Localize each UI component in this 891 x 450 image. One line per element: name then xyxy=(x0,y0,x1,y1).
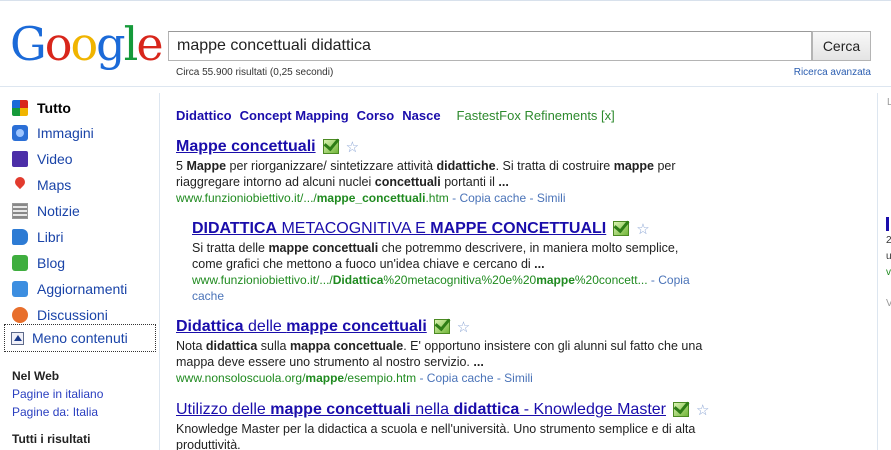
sidebar-item-label: Libri xyxy=(37,229,64,245)
fastestfox-refinements[interactable]: FastestFox Refinements [x] xyxy=(457,108,615,123)
filter-pages-italy[interactable]: Pagine da: Italia xyxy=(12,405,98,419)
sidebar-item-label: Blog xyxy=(37,255,66,271)
search-result: DIDATTICA METACOGNITIVA E MAPPE CONCETTU… xyxy=(192,218,712,304)
fastestfox-check-icon[interactable] xyxy=(672,399,690,417)
google-logo[interactable]: Google xyxy=(10,17,164,71)
logo-letter: l xyxy=(123,17,139,71)
fastestfox-check-icon[interactable] xyxy=(612,218,630,236)
sidebar: Tutto Immagini Video Maps Notizie Libri … xyxy=(0,93,160,450)
search-input[interactable] xyxy=(169,32,811,60)
sidebar-item-label: Maps xyxy=(37,177,72,193)
search-button[interactable]: Cerca xyxy=(812,31,871,61)
blog-icon xyxy=(12,255,28,271)
images-icon xyxy=(12,125,28,141)
search-box xyxy=(168,31,812,61)
sidebar-item-label: Immagini xyxy=(37,125,94,141)
search-result: Utilizzo delle mappe concettuali nella d… xyxy=(176,399,736,450)
result-snippet: Si tratta delle mappe concettuali che po… xyxy=(192,241,679,271)
sidebar-item-video[interactable]: Video xyxy=(12,148,73,170)
web-section-heading: Nel Web xyxy=(12,369,60,383)
refinements-bar: Didattico Concept Mapping Corso Nasce Fa… xyxy=(176,108,615,123)
advanced-search-link[interactable]: Ricerca avanzata xyxy=(794,67,871,78)
sidebar-item-updates[interactable]: Aggiornamenti xyxy=(12,278,127,300)
sidebar-item-images[interactable]: Immagini xyxy=(12,122,94,144)
sidebar-item-label: Tutto xyxy=(37,100,71,116)
star-icon[interactable]: ☆ xyxy=(346,138,359,156)
result-snippet: Knowledge Master per la didactica a scuo… xyxy=(176,422,696,450)
sidebar-item-label: Video xyxy=(37,151,73,167)
result-title-link[interactable]: DIDATTICA METACOGNITIVA E MAPPE CONCETTU… xyxy=(192,220,606,237)
fastestfox-check-icon[interactable] xyxy=(322,136,340,154)
sidebar-item-label: Aggiornamenti xyxy=(37,281,128,297)
all-results-heading: Tutti i risultati xyxy=(12,432,91,446)
result-cache-links[interactable]: - Copia cache - Simili xyxy=(449,191,565,205)
header-divider xyxy=(0,86,891,87)
refinement-link[interactable]: Didattico xyxy=(176,108,232,123)
result-snippet: 5 Mappe per riorganizzare/ sintetizzare … xyxy=(176,159,676,189)
sidebar-item-all[interactable]: Tutto xyxy=(12,97,71,119)
star-icon[interactable]: ☆ xyxy=(696,401,709,419)
result-url: www.funzioniobiettivo.it/.../Didattica%2… xyxy=(192,273,648,287)
result-stats: Circa 55.900 risultati (0,25 secondi) xyxy=(176,67,334,78)
right-column: L 2 u v V xyxy=(877,93,891,450)
logo-letter: g xyxy=(96,17,125,71)
fastestfox-check-icon[interactable] xyxy=(433,316,451,334)
map-pin-icon xyxy=(12,177,28,193)
search-result: Didattica delle mappe concettuali ☆ Nota … xyxy=(176,316,736,386)
sidebar-item-blog[interactable]: Blog xyxy=(12,252,65,274)
sidebar-item-label: Discussioni xyxy=(37,307,108,323)
right-column-text: V xyxy=(886,298,891,309)
refinement-link[interactable]: Corso xyxy=(357,108,395,123)
less-content-label: Meno contenuti xyxy=(32,330,128,346)
collapse-arrow-icon xyxy=(11,331,24,345)
logo-letter: e xyxy=(136,17,163,71)
sidebar-item-discussions[interactable]: Discussioni xyxy=(12,304,108,326)
result-snippet: Nota didattica sulla mappa concettuale. … xyxy=(176,339,703,369)
result-url: www.funzioniobiettivo.it/.../mappe_conce… xyxy=(176,191,449,205)
discussions-icon xyxy=(12,307,28,323)
right-column-text: L xyxy=(887,97,891,108)
right-column-text: 2 xyxy=(886,235,891,246)
logo-letter: o xyxy=(44,17,73,71)
result-title-link[interactable]: Utilizzo delle mappe concettuali nella d… xyxy=(176,401,666,418)
sidebar-item-news[interactable]: Notizie xyxy=(12,200,80,222)
refinement-link[interactable]: Concept Mapping xyxy=(240,108,349,123)
right-column-link-marker[interactable] xyxy=(886,217,889,231)
top-border xyxy=(0,0,891,4)
result-title-link[interactable]: Mappe concettuali xyxy=(176,138,316,155)
result-title-link[interactable]: Didattica delle mappe concettuali xyxy=(176,318,427,335)
star-icon[interactable]: ☆ xyxy=(636,220,649,238)
star-icon[interactable]: ☆ xyxy=(457,318,470,336)
right-column-text: v xyxy=(886,267,891,278)
sidebar-item-label: Notizie xyxy=(37,203,80,219)
less-content-button[interactable]: Meno contenuti xyxy=(4,324,156,352)
updates-icon xyxy=(12,281,28,297)
video-icon xyxy=(12,151,28,167)
all-icon xyxy=(12,100,28,116)
result-cache-links[interactable]: - Copia cache - Simili xyxy=(416,371,532,385)
sidebar-item-maps[interactable]: Maps xyxy=(12,174,71,196)
search-result: Mappe concettuali ☆ 5 Mappe per riorganiz… xyxy=(176,136,736,206)
refinement-link[interactable]: Nasce xyxy=(402,108,440,123)
result-url: www.nonsoloscuola.org/mappe/esempio.htm xyxy=(176,371,417,385)
books-icon xyxy=(12,229,28,245)
logo-letter: o xyxy=(70,17,98,71)
filter-italian-pages[interactable]: Pagine in italiano xyxy=(12,387,103,401)
sidebar-item-books[interactable]: Libri xyxy=(12,226,63,248)
right-column-text: u xyxy=(886,251,891,262)
logo-letter: G xyxy=(10,17,47,71)
news-icon xyxy=(12,203,28,219)
